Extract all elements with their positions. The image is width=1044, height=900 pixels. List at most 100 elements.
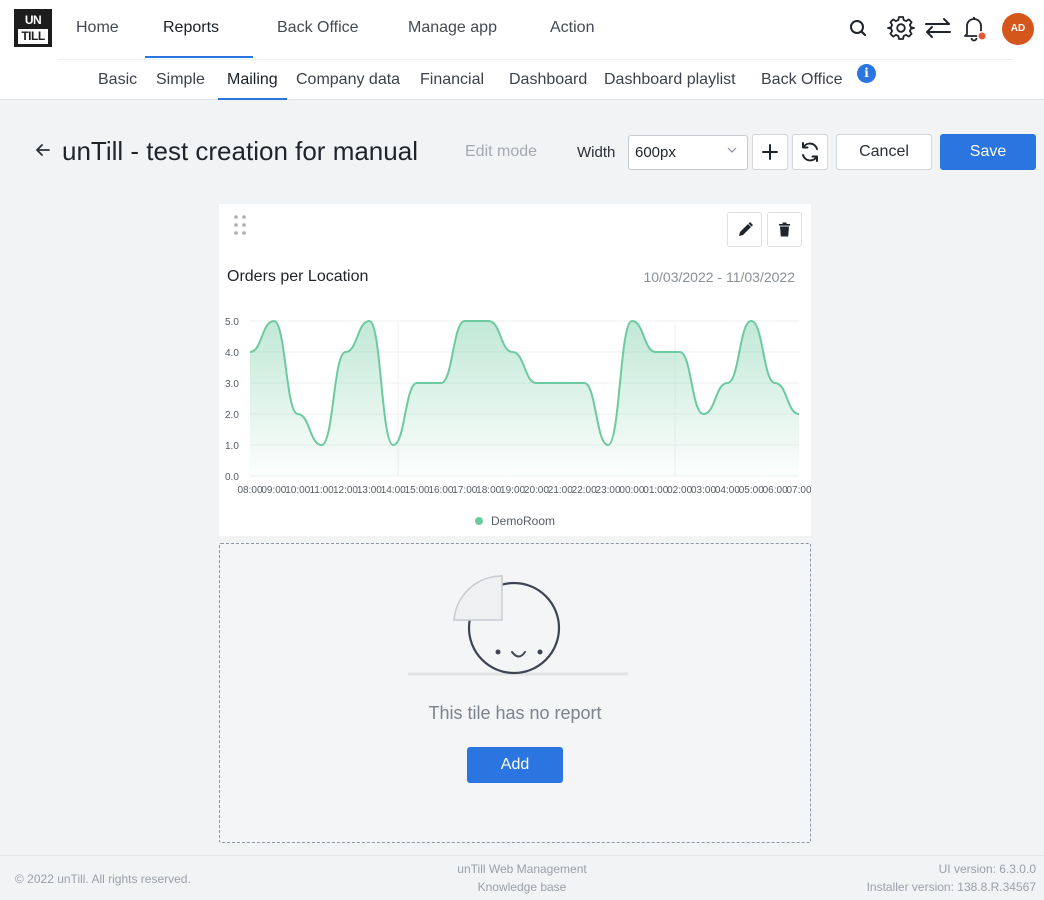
x-tick-label: 15:00 bbox=[405, 485, 430, 496]
info-icon[interactable]: i bbox=[857, 64, 876, 83]
data-point[interactable] bbox=[793, 408, 805, 420]
data-point[interactable] bbox=[316, 439, 328, 451]
data-point[interactable] bbox=[721, 377, 733, 389]
data-point[interactable] bbox=[674, 346, 686, 358]
chart-legend: DemoRoom bbox=[219, 514, 811, 528]
back-arrow-icon[interactable] bbox=[34, 141, 52, 165]
data-point[interactable] bbox=[698, 408, 710, 420]
orders-area-chart: 0.01.02.03.04.05.0 08:0009:0010:00 11:00 1… bbox=[225, 315, 811, 496]
trash-icon bbox=[779, 222, 790, 237]
empty-state-illustration bbox=[408, 575, 628, 676]
footer: © 2022 unTill. All rights reserved. unTi… bbox=[0, 855, 1044, 900]
subtab-back-office[interactable]: Back Office bbox=[761, 62, 853, 100]
chart-title: Orders per Location bbox=[227, 268, 369, 285]
width-select[interactable]: 600px bbox=[628, 135, 748, 170]
y-tick-label: 3.0 bbox=[225, 379, 239, 390]
swap-arrows-icon[interactable] bbox=[924, 14, 952, 42]
x-tick-label: 02:00 bbox=[667, 485, 692, 496]
x-tick-label: 05:00 bbox=[739, 485, 764, 496]
nav-divider bbox=[58, 59, 1013, 60]
plus-icon bbox=[762, 144, 778, 160]
installer-version: Installer version: 138.8.R.34567 bbox=[866, 880, 1036, 894]
bell-icon[interactable] bbox=[960, 14, 988, 42]
x-tick-label: 09:00 bbox=[261, 485, 286, 496]
x-tick-label: 11:00 bbox=[309, 485, 334, 496]
drag-handle-icon[interactable] bbox=[233, 214, 247, 236]
width-label: Width bbox=[577, 144, 616, 161]
delete-tile-button[interactable] bbox=[767, 212, 802, 247]
save-button[interactable]: Save bbox=[940, 134, 1036, 170]
subtab-mailing[interactable]: Mailing bbox=[218, 62, 287, 100]
tab-action[interactable]: Action bbox=[532, 0, 632, 58]
data-point[interactable] bbox=[387, 439, 399, 451]
empty-tile-message: This tile has no report bbox=[428, 703, 602, 723]
data-point[interactable] bbox=[244, 346, 256, 358]
tab-back-office[interactable]: Back Office bbox=[253, 0, 390, 58]
x-tick-label: 22:00 bbox=[572, 485, 597, 496]
chevron-down-icon bbox=[727, 147, 737, 153]
y-tick-label: 1.0 bbox=[225, 441, 239, 452]
main-nav: Home Reports Back Office Manage app Acti… bbox=[58, 0, 632, 58]
chart-date-range: 10/03/2022 - 11/03/2022 bbox=[643, 269, 795, 285]
data-point[interactable] bbox=[602, 439, 614, 451]
data-point[interactable] bbox=[530, 377, 542, 389]
data-point[interactable] bbox=[626, 315, 638, 327]
legend-label: DemoRoom bbox=[490, 514, 556, 528]
data-point[interactable] bbox=[507, 346, 519, 358]
y-tick-label: 2.0 bbox=[225, 410, 239, 421]
edit-tile-button[interactable] bbox=[727, 212, 762, 247]
refresh-icon bbox=[802, 142, 818, 162]
logo-bottom-text: TILL bbox=[18, 29, 48, 44]
data-point[interactable] bbox=[268, 315, 280, 327]
logo-top-text: UN bbox=[24, 13, 42, 27]
y-tick-label: 0.0 bbox=[225, 472, 239, 483]
x-tick-label: 08:00 bbox=[237, 485, 262, 496]
x-tick-label: 21:00 bbox=[548, 485, 573, 496]
data-point[interactable] bbox=[339, 346, 351, 358]
data-point[interactable] bbox=[411, 377, 423, 389]
x-tick-label: 20:00 bbox=[524, 485, 549, 496]
tab-reports[interactable]: Reports bbox=[145, 0, 253, 58]
data-point[interactable] bbox=[435, 377, 447, 389]
data-point[interactable] bbox=[483, 315, 495, 327]
add-report-button[interactable]: Add bbox=[467, 747, 563, 783]
search-icon[interactable] bbox=[844, 14, 872, 42]
data-point[interactable] bbox=[745, 315, 757, 327]
add-tile-button[interactable] bbox=[752, 134, 788, 170]
legend-marker bbox=[474, 517, 483, 525]
subtab-dashboard-playlist[interactable]: Dashboard playlist bbox=[604, 62, 761, 100]
gear-icon[interactable] bbox=[887, 14, 915, 42]
x-tick-label: 10:00 bbox=[285, 485, 310, 496]
x-tick-label: 03:00 bbox=[691, 485, 716, 496]
subtab-company-data[interactable]: Company data bbox=[296, 62, 420, 100]
cancel-button[interactable]: Cancel bbox=[836, 134, 932, 170]
x-tick-label: 01:00 bbox=[643, 485, 668, 496]
y-tick-label: 4.0 bbox=[225, 348, 239, 359]
tab-manage-app[interactable]: Manage app bbox=[390, 0, 532, 58]
data-point[interactable] bbox=[292, 408, 304, 420]
refresh-button[interactable] bbox=[792, 134, 828, 170]
data-point[interactable] bbox=[554, 377, 566, 389]
data-point[interactable] bbox=[363, 315, 375, 327]
sub-nav: Basic Simple Mailing Company data Financ… bbox=[98, 62, 853, 100]
data-point[interactable] bbox=[459, 315, 471, 327]
footer-app-name: unTill Web Management bbox=[457, 862, 587, 876]
x-tick-label: 19:00 bbox=[500, 485, 525, 496]
subtab-dashboard[interactable]: Dashboard bbox=[509, 62, 604, 100]
tab-home[interactable]: Home bbox=[58, 0, 145, 58]
data-point[interactable] bbox=[650, 346, 662, 358]
subtab-basic[interactable]: Basic bbox=[98, 62, 156, 100]
edit-mode-label: Edit mode bbox=[465, 143, 538, 160]
x-tick-label: 18:00 bbox=[476, 485, 501, 496]
pencil-icon bbox=[739, 222, 753, 236]
untill-logo[interactable]: UN TILL bbox=[14, 9, 52, 47]
ui-version: UI version: 6.3.0.0 bbox=[938, 862, 1036, 876]
subtab-financial[interactable]: Financial bbox=[420, 62, 509, 100]
user-avatar[interactable]: AD bbox=[1002, 13, 1034, 45]
data-point[interactable] bbox=[578, 377, 590, 389]
subtab-simple[interactable]: Simple bbox=[156, 62, 218, 100]
empty-tile: This tile has no report Add bbox=[219, 543, 811, 843]
chart-tile: Orders per Location 10/03/2022 - 11/03/2… bbox=[219, 204, 811, 536]
x-tick-label: 04:00 bbox=[715, 485, 740, 496]
data-point[interactable] bbox=[769, 377, 781, 389]
